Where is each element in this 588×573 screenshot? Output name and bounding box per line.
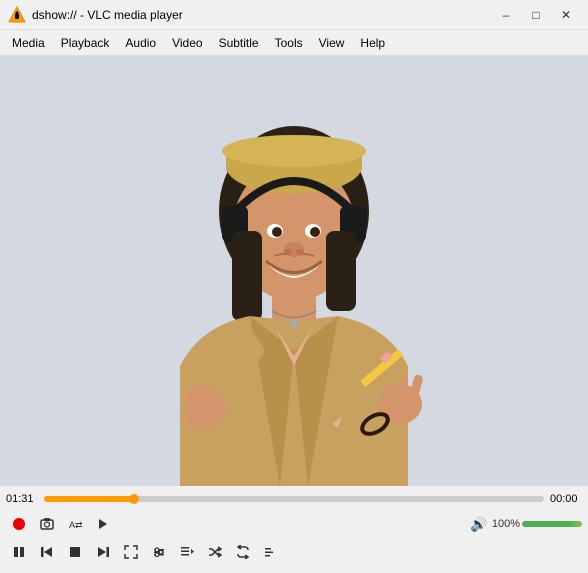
record-icon: [13, 518, 25, 530]
prev-chapter-icon: [40, 545, 54, 559]
progress-fill: [44, 496, 134, 502]
close-button[interactable]: ✕: [552, 5, 580, 25]
playlist-button[interactable]: [174, 541, 200, 563]
loop-button[interactable]: [230, 541, 256, 563]
transport-row-2: [6, 538, 582, 566]
total-time: 00:00: [550, 493, 582, 505]
maximize-button[interactable]: □: [522, 5, 550, 25]
current-time: 01:31: [6, 493, 38, 505]
video-area: [0, 56, 588, 486]
video-frame: [0, 56, 588, 486]
loop-ab-button[interactable]: A⇄B: [62, 513, 88, 535]
more-effects-icon: [264, 545, 278, 559]
svg-text:A⇄B: A⇄B: [69, 520, 82, 530]
random-button[interactable]: [202, 541, 228, 563]
transport-row-1: A⇄B 🔊 100%: [6, 510, 582, 538]
minimize-button[interactable]: –: [492, 5, 520, 25]
menu-view[interactable]: View: [311, 33, 353, 53]
progress-bar[interactable]: [44, 496, 544, 502]
more-effects-button[interactable]: [258, 541, 284, 563]
prev-chapter-button[interactable]: [34, 541, 60, 563]
loop-icon: [236, 545, 250, 559]
menu-subtitle[interactable]: Subtitle: [211, 33, 267, 53]
stop-button[interactable]: [62, 541, 88, 563]
title-bar: dshow:// - VLC media player – □ ✕: [0, 0, 588, 30]
fullscreen-icon: [124, 545, 138, 559]
pause-icon: [12, 545, 26, 559]
pause-button[interactable]: [6, 541, 32, 563]
fullscreen-button[interactable]: [118, 541, 144, 563]
progress-row: 01:31 00:00: [6, 488, 582, 510]
snapshot-button[interactable]: [34, 513, 60, 535]
menu-help[interactable]: Help: [352, 33, 393, 53]
vlc-icon: [8, 6, 26, 24]
window-controls: – □ ✕: [492, 5, 580, 25]
menu-bar: Media Playback Audio Video Subtitle Tool…: [0, 30, 588, 56]
extended-settings-icon: [152, 545, 166, 559]
volume-label: 100%: [492, 518, 520, 530]
volume-bar[interactable]: [522, 521, 582, 527]
menu-playback[interactable]: Playback: [53, 33, 118, 53]
next-chapter-button[interactable]: [90, 541, 116, 563]
menu-audio[interactable]: Audio: [117, 33, 164, 53]
title-text: dshow:// - VLC media player: [32, 8, 183, 22]
snapshot-icon: [40, 517, 54, 531]
controls-area: 01:31 00:00 A⇄B: [0, 486, 588, 568]
play-button[interactable]: [90, 513, 116, 535]
play-icon: [96, 517, 110, 531]
record-button[interactable]: [6, 513, 32, 535]
stop-icon: [68, 545, 82, 559]
loop-ab-icon: A⇄B: [68, 517, 82, 531]
volume-fill: [522, 521, 582, 527]
playlist-icon: [180, 545, 194, 559]
menu-media[interactable]: Media: [4, 33, 53, 53]
next-chapter-icon: [96, 545, 110, 559]
menu-tools[interactable]: Tools: [267, 33, 311, 53]
volume-icon: 🔊: [470, 516, 487, 533]
menu-video[interactable]: Video: [164, 33, 210, 53]
extended-settings-button[interactable]: [146, 541, 172, 563]
progress-handle[interactable]: [129, 494, 139, 504]
random-icon: [208, 545, 222, 559]
